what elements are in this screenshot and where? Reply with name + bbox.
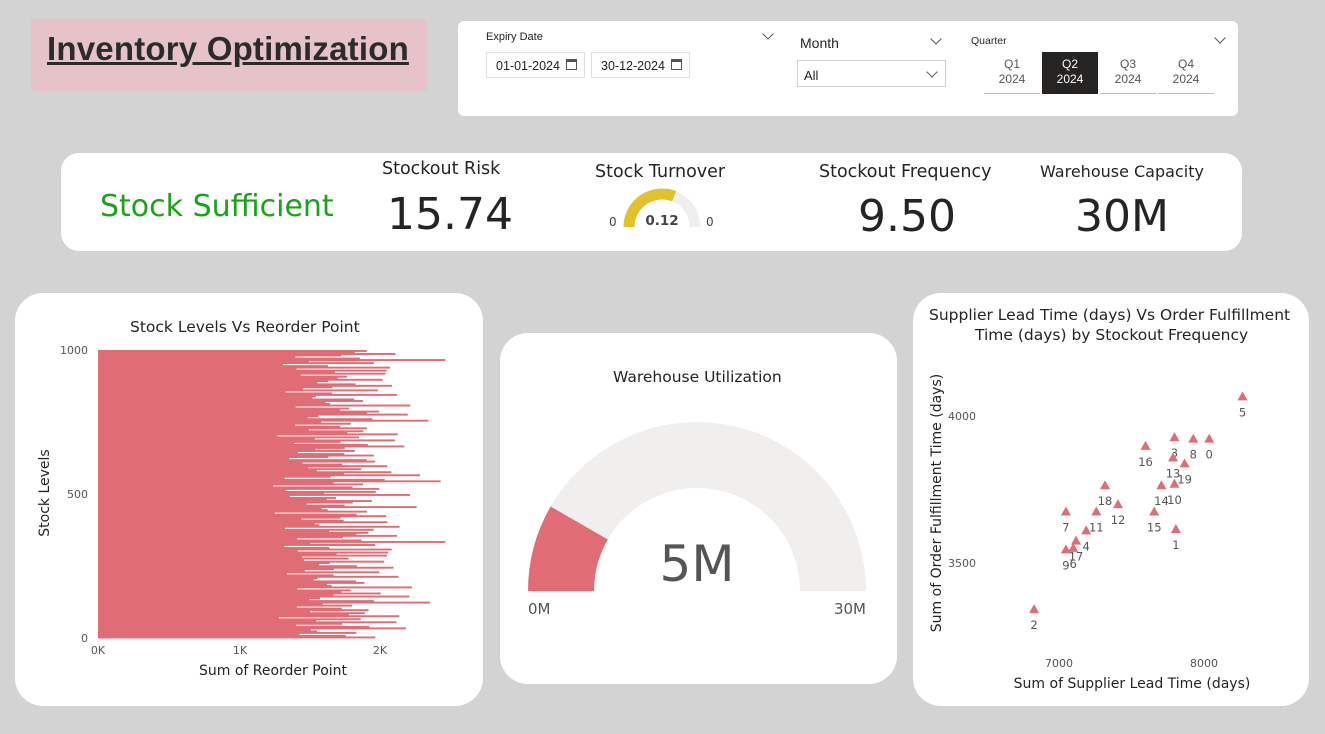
scatter-point-label: 19 bbox=[1177, 472, 1192, 486]
stockout-frequency-title: Stockout Frequency bbox=[819, 162, 992, 182]
scatter-point-label: 0 bbox=[1206, 448, 1213, 462]
quarter-tile-year: 2024 bbox=[1172, 72, 1200, 86]
y-axis-title: Sum of Order Fulfillment Time (days) bbox=[929, 374, 945, 632]
scatter-point[interactable] bbox=[1060, 506, 1071, 516]
page-title: Inventory Optimization bbox=[47, 30, 409, 67]
quarter-tile-label: Q3 bbox=[1119, 57, 1136, 71]
y-tick-1000: 1000 bbox=[60, 344, 88, 357]
y-tick-3500: 3500 bbox=[948, 557, 976, 570]
stock-turnover-max: 0 bbox=[706, 215, 714, 229]
stock-status: Stock Sufficient bbox=[100, 189, 334, 224]
calendar-icon[interactable] bbox=[671, 59, 682, 70]
month-chevron-down-icon[interactable] bbox=[930, 33, 942, 45]
scatter-points: 53 8 016131914101812117 15149 6172 bbox=[1029, 391, 1248, 632]
scatter-point[interactable] bbox=[1113, 499, 1124, 509]
gauge-max-label: 30M bbox=[834, 600, 866, 618]
x-axis-title: Sum of Reorder Point bbox=[199, 663, 348, 679]
scatter-point[interactable] bbox=[1169, 432, 1180, 442]
quarter-tile-q4[interactable]: Q4 2024 bbox=[1158, 52, 1214, 94]
scatter-point-label: 7 bbox=[1062, 520, 1069, 534]
quarter-label: Quarter bbox=[971, 35, 1007, 47]
scatter-point[interactable] bbox=[1188, 433, 1199, 443]
chevron-down-icon bbox=[926, 66, 938, 78]
scatter-point-label: 18 bbox=[1098, 494, 1113, 508]
quarter-tile-label: Q1 bbox=[1003, 57, 1020, 71]
warehouse-gauge: 5M 0M 30M bbox=[528, 422, 866, 618]
warehouse-capacity-title: Warehouse Capacity bbox=[1040, 162, 1204, 181]
scatter-point-label: 17 bbox=[1069, 550, 1084, 564]
y-tick-500: 500 bbox=[67, 488, 88, 501]
warehouse-utilization-card: Warehouse Utilization 5M 0M 30M bbox=[500, 333, 897, 684]
month-selected-value: All bbox=[804, 68, 819, 83]
calendar-icon[interactable] bbox=[566, 59, 577, 70]
stock-turnover-min: 0 bbox=[609, 215, 617, 229]
quarter-tile-year: 2024 bbox=[1114, 72, 1142, 86]
stockout-risk-title: Stockout Risk bbox=[382, 159, 501, 179]
y-tick-4000: 4000 bbox=[948, 410, 976, 423]
lead-time-scatter-chart: 53 8 016131914101812117 15149 6172 4000 3500… bbox=[929, 374, 1251, 692]
y-axis-title: Stock Levels bbox=[37, 449, 53, 536]
gauge-min-label: 0M bbox=[528, 600, 551, 618]
scatter-point[interactable] bbox=[1100, 480, 1110, 490]
scatter-point-label: 12 bbox=[1111, 513, 1126, 527]
bar bbox=[98, 636, 376, 639]
quarter-tile-q1[interactable]: Q1 2024 bbox=[984, 52, 1040, 94]
lead-time-scatter-card: Supplier Lead Time (days) Vs Order Fulfi… bbox=[913, 293, 1309, 706]
x-tick-1k: 1K bbox=[233, 644, 248, 657]
x-tick-7000: 7000 bbox=[1045, 657, 1073, 670]
x-tick-0k: 0K bbox=[91, 644, 106, 657]
scatter-point-label: 8 bbox=[1190, 448, 1197, 462]
expiry-start-value: 01-01-2024 bbox=[496, 59, 560, 73]
scatter-point-label: 15 bbox=[1147, 520, 1162, 534]
stockout-risk-value: 15.74 bbox=[387, 189, 513, 240]
expiry-end-value: 30-12-2024 bbox=[601, 59, 665, 73]
expiry-date-label: Expiry Date bbox=[486, 31, 543, 43]
scatter-point[interactable] bbox=[1156, 480, 1167, 490]
quarter-tile-year: 2024 bbox=[1056, 72, 1084, 86]
filter-panel: Expiry Date 01-01-2024 30-12-2024 Month … bbox=[458, 21, 1238, 116]
scatter-point[interactable] bbox=[1029, 604, 1040, 614]
month-select[interactable]: All bbox=[797, 60, 946, 87]
stock-levels-chart: 1000 500 0 0K 1K 2K Sum of Reorder Point… bbox=[37, 344, 446, 679]
stockout-frequency-value: 9.50 bbox=[858, 191, 956, 242]
scatter-point-label: 11 bbox=[1089, 520, 1104, 534]
kpi-panel: Stock Sufficient Stockout Risk 15.74 Sto… bbox=[61, 153, 1242, 251]
scatter-point[interactable] bbox=[1140, 440, 1151, 450]
quarter-tile-year: 2024 bbox=[998, 72, 1026, 86]
scatter-point-label: 2 bbox=[1030, 618, 1037, 632]
scatter-point[interactable] bbox=[1071, 535, 1082, 545]
stock-turnover-value: 0.12 bbox=[645, 213, 678, 229]
scatter-point-label: 10 bbox=[1167, 493, 1182, 507]
scatter-point[interactable] bbox=[1179, 458, 1190, 468]
scatter-point[interactable] bbox=[1204, 433, 1215, 443]
scatter-point-label: 4 bbox=[1083, 539, 1090, 553]
quarter-tile-q2[interactable]: Q2 2024 bbox=[1042, 52, 1098, 94]
quarter-chevron-down-icon[interactable] bbox=[1214, 32, 1226, 44]
scatter-point-label: 1 bbox=[1172, 538, 1179, 552]
scatter-point[interactable] bbox=[1170, 523, 1181, 533]
warehouse-capacity-value: 30M bbox=[1075, 191, 1169, 242]
x-tick-2k: 2K bbox=[373, 644, 388, 657]
stock-turnover-gauge: 0.12 bbox=[623, 188, 701, 229]
expiry-end-date-input[interactable]: 30-12-2024 bbox=[591, 52, 690, 78]
y-tick-0: 0 bbox=[81, 632, 88, 645]
expiry-start-date-input[interactable]: 01-01-2024 bbox=[486, 52, 585, 78]
month-label: Month bbox=[800, 35, 839, 51]
quarter-tile-label: Q4 bbox=[1177, 57, 1194, 71]
expiry-chevron-down-icon[interactable] bbox=[762, 28, 774, 40]
gauge-value-label: 5M bbox=[660, 535, 735, 593]
title-banner: Inventory Optimization bbox=[31, 19, 427, 91]
scatter-point[interactable] bbox=[1237, 391, 1248, 401]
x-axis-title: Sum of Supplier Lead Time (days) bbox=[1014, 676, 1251, 692]
stock-turnover-title: Stock Turnover bbox=[595, 162, 726, 182]
quarter-tile-label: Q2 bbox=[1061, 57, 1078, 71]
scatter-point-label: 16 bbox=[1138, 455, 1153, 469]
stock-levels-card: Stock Levels Vs Reorder Point 1000 500 0… bbox=[15, 293, 483, 706]
bar-series bbox=[98, 350, 446, 639]
x-tick-8000: 8000 bbox=[1190, 657, 1218, 670]
scatter-point-label: 5 bbox=[1239, 405, 1246, 419]
quarter-tile-q3[interactable]: Q3 2024 bbox=[1100, 52, 1156, 94]
